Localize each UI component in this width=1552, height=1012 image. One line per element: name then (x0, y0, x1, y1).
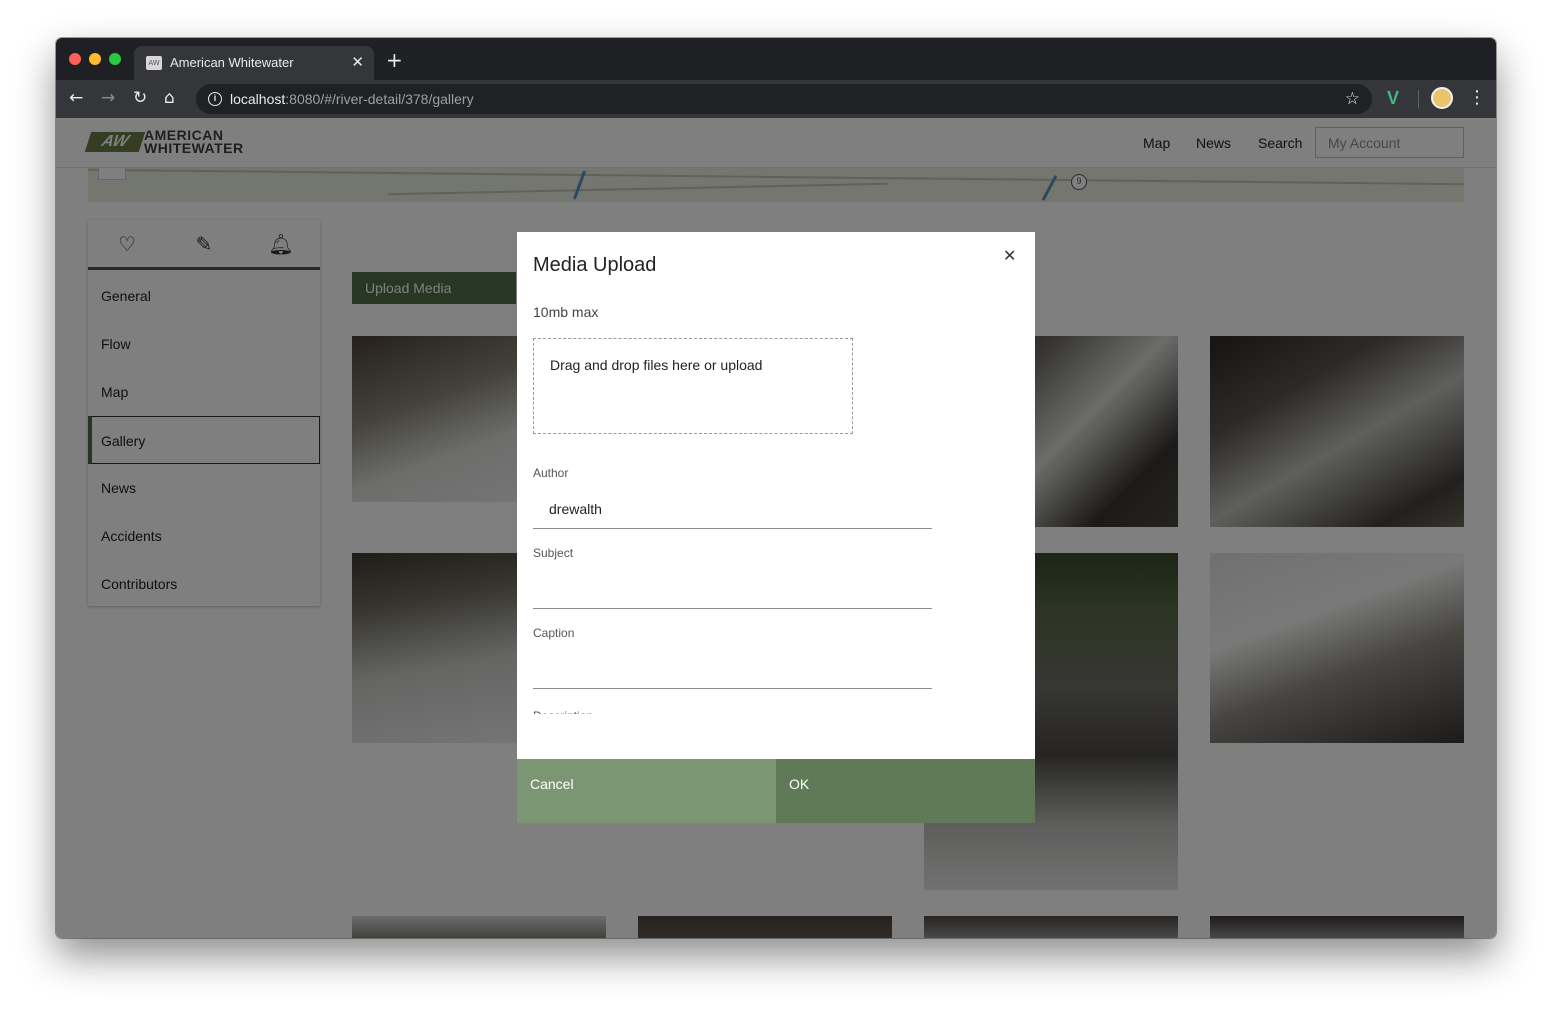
close-icon[interactable]: ✕ (1003, 246, 1016, 265)
modal-title: Media Upload (533, 254, 657, 276)
url-text: localhost:8080/#/river-detail/378/galler… (230, 91, 474, 107)
file-dropzone[interactable]: Drag and drop files here or upload (533, 338, 853, 434)
browser-menu-icon[interactable]: ⋮ (1468, 87, 1486, 108)
close-window-button[interactable] (69, 53, 81, 65)
subject-label: Subject (533, 546, 574, 560)
ok-button[interactable]: OK (776, 759, 1035, 823)
subject-field[interactable] (533, 569, 932, 609)
toolbar-divider (1418, 90, 1419, 108)
bookmark-star-icon[interactable]: ☆ (1345, 89, 1360, 109)
caption-label: Caption (533, 626, 575, 640)
description-label: Description (533, 706, 593, 714)
tab-title: American Whitewater (170, 55, 294, 70)
new-tab-icon[interactable]: + (386, 48, 403, 72)
minimize-window-button[interactable] (89, 53, 101, 65)
dropzone-text: Drag and drop files here or upload (550, 357, 763, 373)
media-upload-modal: Media Upload ✕ 10mb max Drag and drop fi… (517, 232, 1035, 823)
browser-tab[interactable]: AW American Whitewater ✕ (134, 46, 374, 80)
forward-arrow-icon[interactable]: → (101, 88, 115, 108)
caption-field[interactable] (533, 649, 932, 689)
browser-window: AW American Whitewater ✕ + ← → ↻ ⌂ i loc… (56, 38, 1496, 938)
home-icon[interactable]: ⌂ (164, 88, 175, 108)
cancel-button[interactable]: Cancel (517, 759, 776, 823)
author-field[interactable] (533, 489, 932, 529)
close-tab-icon[interactable]: ✕ (351, 53, 364, 71)
back-arrow-icon[interactable]: ← (69, 88, 83, 108)
vue-devtools-icon[interactable]: V (1387, 88, 1399, 109)
tab-bar: AW American Whitewater ✕ + (56, 38, 1496, 80)
file-size-note: 10mb max (533, 304, 599, 320)
modal-body: Media Upload ✕ 10mb max Drag and drop fi… (517, 232, 1035, 759)
browser-toolbar: ← → ↻ ⌂ i localhost:8080/#/river-detail/… (56, 80, 1496, 118)
favicon-icon: AW (146, 56, 162, 70)
reload-icon[interactable]: ↻ (133, 88, 147, 108)
maximize-window-button[interactable] (109, 53, 121, 65)
profile-avatar[interactable] (1431, 87, 1453, 109)
author-label: Author (533, 466, 569, 480)
site-info-icon[interactable]: i (208, 92, 222, 106)
screen: AW American Whitewater ✕ + ← → ↻ ⌂ i loc… (0, 0, 1552, 1012)
address-bar[interactable]: i localhost:8080/#/river-detail/378/gall… (196, 84, 1372, 114)
